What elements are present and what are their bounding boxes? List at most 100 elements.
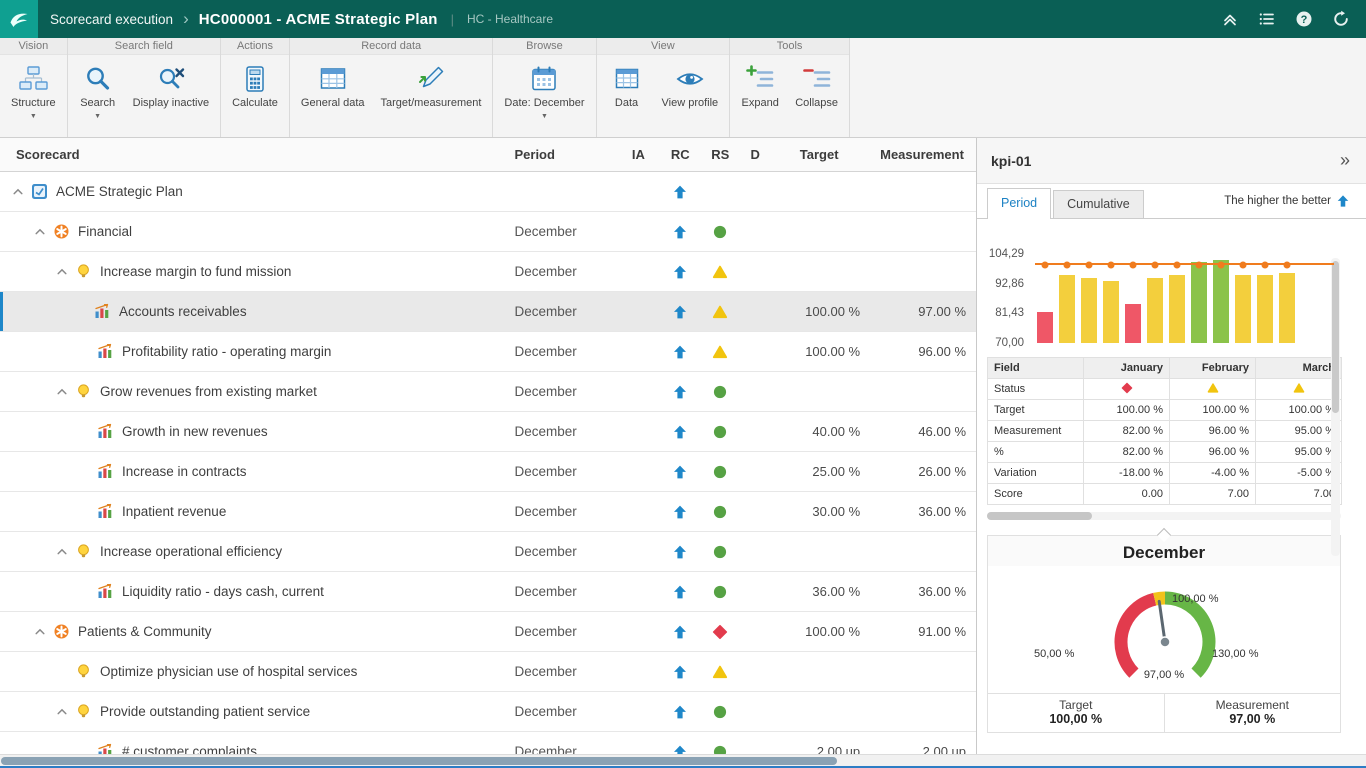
general-data-button[interactable]: General data [293, 59, 373, 135]
table-row-acme-strategic-plan[interactable]: ACME Strategic Plan [0, 172, 976, 212]
bar-february[interactable] [1059, 239, 1075, 343]
table-row-growth-in-new-revenues[interactable]: Growth in new revenuesDecember40.00 %46.… [0, 412, 976, 452]
table-row-optimize-physician-use-of-hospital-services[interactable]: Optimize physician use of hospital servi… [0, 652, 976, 692]
bar-june[interactable] [1147, 239, 1163, 343]
display-inactive-button[interactable]: Display inactive [125, 59, 217, 135]
gauge-footer-measurement: Measurement97,00 % [1164, 694, 1341, 732]
expand-caret-icon[interactable] [54, 388, 69, 395]
panel-vertical-scrollbar-thumb[interactable] [1332, 261, 1339, 413]
trend-up-icon [672, 504, 688, 520]
collapse-panel-icon[interactable]: » [1340, 150, 1350, 171]
table-horizontal-scrollbar[interactable] [987, 512, 1341, 520]
table-row-patients-community[interactable]: Patients & CommunityDecember100.00 %91.0… [0, 612, 976, 652]
table-row-profitability-ratio-operating-margin[interactable]: Profitability ratio - operating marginDe… [0, 332, 976, 372]
table-horizontal-scrollbar-thumb[interactable] [987, 512, 1092, 520]
breadcrumb-app-name[interactable]: Scorecard execution [50, 12, 173, 27]
cell-d [740, 172, 770, 211]
kpi-detail-panel: kpi-01 » PeriodCumulative The higher the… [977, 138, 1366, 755]
collapse-toolbar-icon[interactable] [1221, 10, 1239, 28]
table-row-inpatient-revenue[interactable]: Inpatient revenueDecember30.00 %36.00 % [0, 492, 976, 532]
bar-july[interactable] [1169, 239, 1185, 343]
bar-march[interactable] [1081, 239, 1097, 343]
bar-fill [1037, 312, 1053, 343]
column-header-ia[interactable]: IA [616, 138, 660, 171]
cell-ia [616, 452, 660, 491]
collapse-button[interactable]: Collapse [787, 59, 846, 135]
expand-caret-icon[interactable] [10, 188, 25, 195]
calculate-button[interactable]: Calculate [224, 59, 286, 135]
detail-field-label: Target [988, 400, 1084, 421]
table-row-increase-margin-to-fund-mission[interactable]: Increase margin to fund missionDecember [0, 252, 976, 292]
cell-d [740, 652, 770, 691]
app-logo-icon[interactable] [0, 0, 38, 38]
horizontal-scrollbar[interactable] [0, 754, 1366, 766]
help-icon[interactable]: ? [1295, 10, 1313, 28]
bar-january[interactable] [1037, 239, 1053, 343]
status-green-icon [712, 224, 728, 240]
expand-caret-icon[interactable] [32, 228, 47, 235]
date-december-button[interactable]: Date: December▼ [496, 59, 592, 135]
dropdown-caret-icon: ▼ [541, 113, 548, 121]
column-header-rc[interactable]: RC [660, 138, 700, 171]
trend-up-icon [672, 624, 688, 640]
table-row-customer-complaints[interactable]: # customer complaintsDecember2.00 up2.00… [0, 732, 976, 755]
perspective-icon [53, 223, 70, 240]
table-row-liquidity-ratio-days-cash-current[interactable]: Liquidity ratio - days cash, currentDece… [0, 572, 976, 612]
tab-period[interactable]: Period [987, 188, 1051, 219]
cell-rs [700, 532, 740, 571]
bar-december[interactable] [1279, 239, 1295, 343]
bar-october[interactable] [1235, 239, 1251, 343]
column-header-scorecard[interactable]: Scorecard [0, 138, 504, 171]
view-profile-button[interactable]: View profile [654, 59, 727, 135]
column-header-rs[interactable]: RS [700, 138, 740, 171]
table-row-increase-in-contracts[interactable]: Increase in contractsDecember25.00 %26.0… [0, 452, 976, 492]
expand-caret-icon[interactable] [54, 708, 69, 715]
bar-august[interactable] [1191, 239, 1207, 343]
expand-button[interactable]: Expand [733, 59, 787, 135]
status-yellow-icon [1293, 382, 1305, 394]
search-button[interactable]: Search▼ [71, 59, 125, 135]
detail-row-x: %82.00 %96.00 %95.00 % [988, 442, 1342, 463]
row-label: Increase operational efficiency [100, 544, 282, 559]
target-line-dot [1218, 262, 1225, 269]
column-header-measurement[interactable]: Measurement [868, 138, 976, 171]
target-measurement-button[interactable]: Target/measurement [373, 59, 490, 135]
row-name-cell: Increase in contracts [0, 452, 505, 491]
list-icon[interactable] [1258, 10, 1276, 28]
panel-vertical-scrollbar[interactable] [1331, 258, 1340, 556]
row-label: Financial [78, 224, 132, 239]
ribbon-buttons: Date: December▼ [493, 55, 595, 137]
cell-d [740, 292, 770, 331]
bar-november[interactable] [1257, 239, 1273, 343]
horizontal-scrollbar-thumb[interactable] [1, 757, 837, 765]
cell-period: December [504, 212, 616, 251]
cell-target [770, 252, 868, 291]
bar-april[interactable] [1103, 239, 1119, 343]
gauge-footer-label: Measurement [1165, 698, 1341, 712]
panel-tabs: PeriodCumulative The higher the better [977, 184, 1366, 219]
bar-september[interactable] [1213, 239, 1229, 343]
column-header-period[interactable]: Period [504, 138, 616, 171]
cell-measurement [868, 652, 976, 691]
structure-button[interactable]: Structure▼ [3, 59, 64, 135]
detail-row-target: Target100.00 %100.00 %100.00 % [988, 400, 1342, 421]
expand-caret-icon[interactable] [32, 628, 47, 635]
table-row-grow-revenues-from-existing-market[interactable]: Grow revenues from existing marketDecemb… [0, 372, 976, 412]
bar-may[interactable] [1125, 239, 1141, 343]
row-label: Accounts receivables [119, 304, 247, 319]
expand-caret-icon[interactable] [54, 548, 69, 555]
status-yellow-icon [712, 664, 728, 680]
table-row-increase-operational-efficiency[interactable]: Increase operational efficiencyDecember [0, 532, 976, 572]
refresh-icon[interactable] [1332, 10, 1350, 28]
cell-rc [660, 412, 700, 451]
tab-cumulative[interactable]: Cumulative [1053, 190, 1144, 218]
table-row-financial[interactable]: Financial December [0, 212, 976, 252]
data-button[interactable]: Data [600, 59, 654, 135]
table-row-provide-outstanding-patient-service[interactable]: Provide outstanding patient serviceDecem… [0, 692, 976, 732]
detail-value-cell: 82.00 % [1084, 442, 1170, 463]
column-header-d[interactable]: D [740, 138, 770, 171]
column-header-target[interactable]: Target [770, 138, 868, 171]
expand-caret-icon[interactable] [54, 268, 69, 275]
target-line-dot [1174, 262, 1181, 269]
table-row-accounts-receivables[interactable]: Accounts receivablesDecember100.00 %97.0… [0, 292, 976, 332]
